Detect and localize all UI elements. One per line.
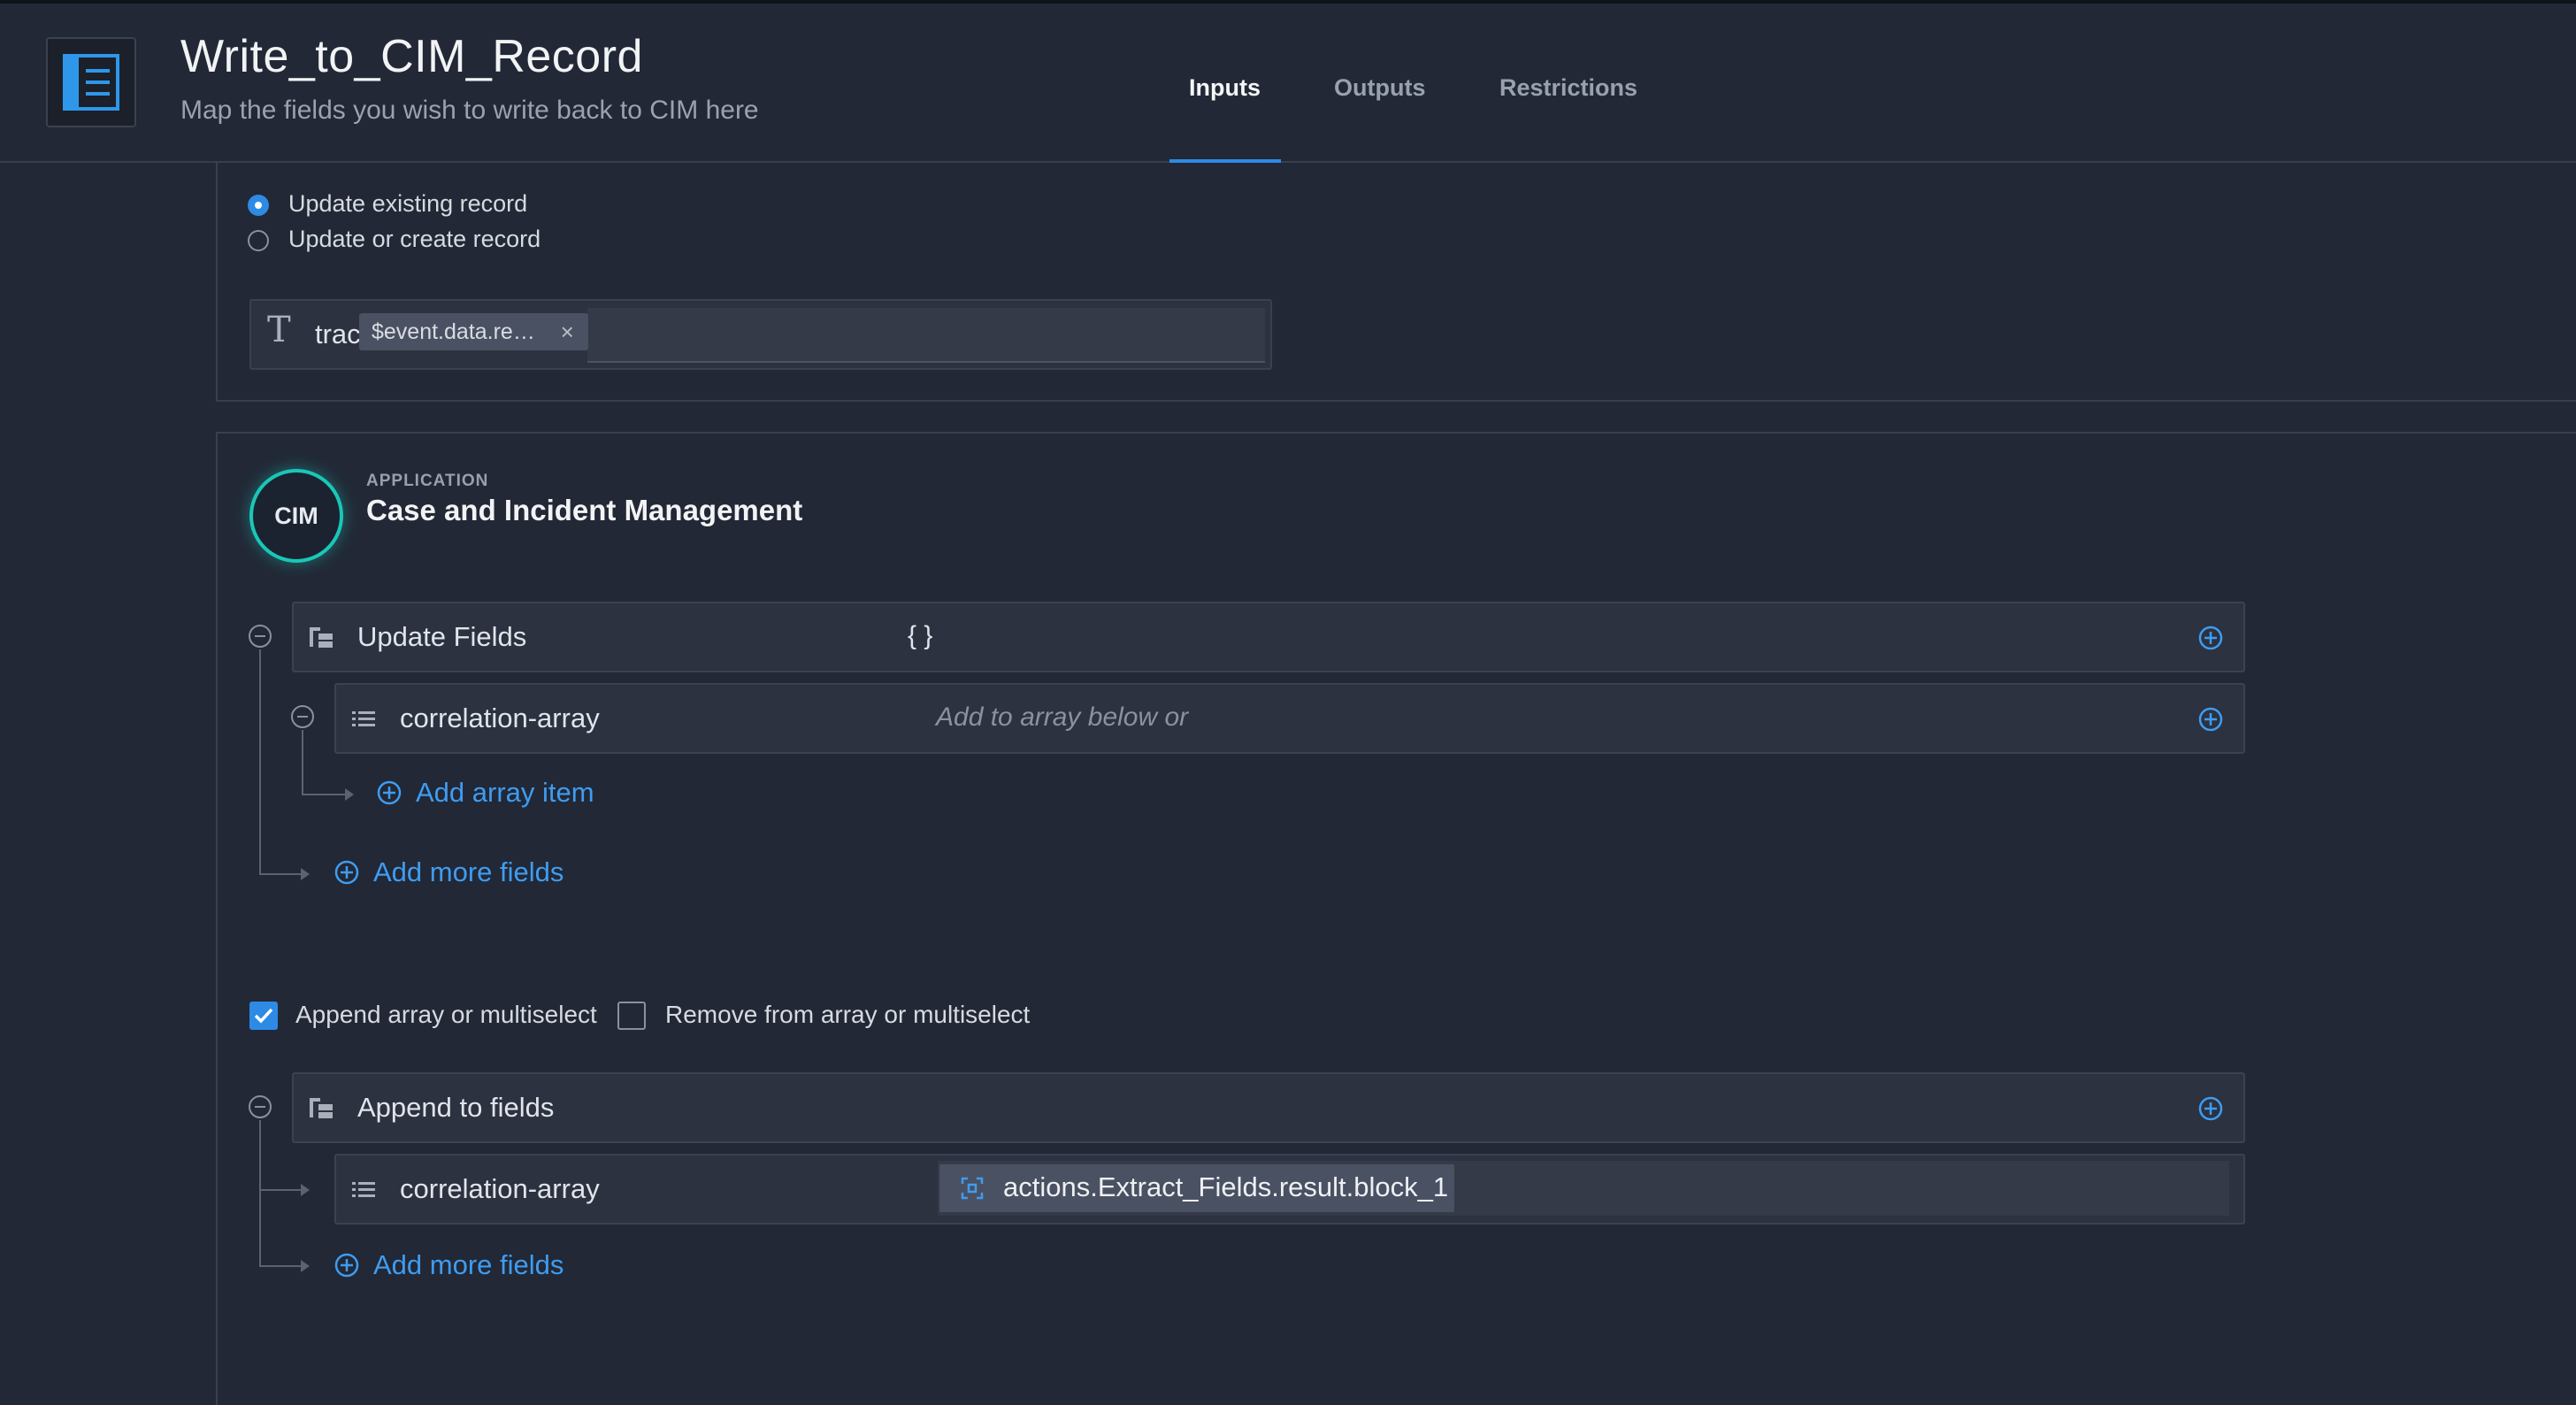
list-document-icon: [46, 37, 136, 127]
application-kicker: APPLICATION: [366, 472, 489, 490]
object-tree-icon: [310, 627, 333, 648]
add-circle-icon[interactable]: [334, 859, 360, 886]
radio-update-or-create[interactable]: [248, 230, 269, 251]
tree-connector: [259, 1265, 302, 1267]
add-circle-icon[interactable]: [2197, 625, 2224, 651]
text-type-icon: T: [267, 310, 291, 350]
update-fields-label: Update Fields: [357, 621, 527, 652]
add-circle-icon[interactable]: [2197, 706, 2224, 733]
arrow-right-icon: [301, 1184, 310, 1196]
tree-connector: [259, 1189, 302, 1191]
update-fields-value[interactable]: { }: [908, 621, 932, 651]
collapse-minus-icon[interactable]: [247, 623, 273, 649]
list-icon: [352, 1182, 375, 1197]
close-icon[interactable]: ×: [561, 313, 574, 350]
object-tree-icon: [310, 1098, 333, 1118]
arrow-right-icon: [345, 788, 354, 801]
array-placeholder: Add to array below or: [936, 702, 1189, 732]
append-checkbox[interactable]: [249, 1002, 278, 1030]
application-name: Case and Incident Management: [366, 494, 803, 526]
radio-update-or-create-label: Update or create record: [288, 226, 541, 252]
list-icon: [352, 711, 375, 726]
correlation-array-label: correlation-array: [400, 702, 600, 733]
append-to-fields-row: Append to fields: [292, 1072, 2245, 1143]
add-circle-icon[interactable]: [334, 1252, 360, 1278]
tracking-id-input[interactable]: [587, 308, 1265, 363]
arrow-right-icon: [301, 868, 310, 880]
add-more-fields-link[interactable]: Add more fields: [373, 856, 564, 888]
add-circle-icon[interactable]: [2197, 1095, 2224, 1122]
append-to-fields-label: Append to fields: [357, 1092, 555, 1123]
tracking-id-value-chip[interactable]: $event.data.re… ×: [359, 313, 588, 350]
action-reference-icon: [961, 1177, 984, 1200]
chip-text: $event.data.re…: [372, 319, 535, 344]
tab-outputs[interactable]: Outputs: [1334, 74, 1425, 102]
page-subtitle: Map the fields you wish to write back to…: [180, 96, 759, 125]
tree-connector: [302, 794, 346, 795]
arrow-right-icon: [301, 1260, 310, 1272]
application-badge: CIM: [249, 469, 343, 563]
tree-connector: [259, 1120, 261, 1267]
tree-connector: [259, 649, 261, 874]
correlation-array-row: correlation-array Add to array below or: [334, 683, 2245, 754]
remove-checkbox[interactable]: [617, 1002, 646, 1030]
tab-restrictions[interactable]: Restrictions: [1499, 74, 1637, 102]
collapse-minus-icon[interactable]: [247, 1094, 273, 1120]
page-title: Write_to_CIM_Record: [180, 31, 643, 82]
tree-connector: [302, 730, 303, 795]
radio-update-existing-label: Update existing record: [288, 190, 528, 217]
append-correlation-array-label: correlation-array: [400, 1173, 600, 1204]
tab-inputs[interactable]: Inputs: [1189, 74, 1261, 102]
update-fields-row: Update Fields { }: [292, 602, 2245, 672]
reference-value-text: actions.Extract_Fields.result.block_1: [1003, 1171, 1449, 1202]
tree-connector: [259, 873, 302, 875]
append-checkbox-label: Append array or multiselect: [295, 1001, 597, 1028]
checkmark-icon: [254, 1008, 273, 1024]
application-panel: [216, 432, 2576, 1405]
remove-checkbox-label: Remove from array or multiselect: [665, 1001, 1031, 1028]
add-array-item-link[interactable]: Add array item: [416, 777, 594, 809]
add-circle-icon[interactable]: [376, 779, 402, 806]
radio-update-existing[interactable]: [248, 195, 269, 216]
page-header: Write_to_CIM_Record Map the fields you w…: [0, 4, 2576, 163]
add-more-fields-link[interactable]: Add more fields: [373, 1249, 564, 1281]
collapse-minus-icon[interactable]: [289, 703, 316, 730]
